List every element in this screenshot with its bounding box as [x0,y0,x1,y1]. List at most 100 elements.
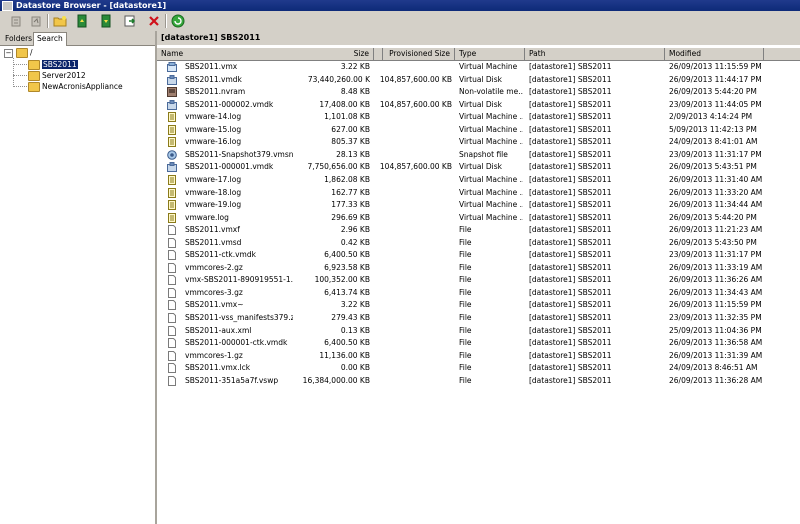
file-size: 279.43 KB [331,313,370,322]
window-title-bar: Datastore Browser - [datastore1] [0,0,800,11]
vm-config-icon [167,62,177,72]
refresh-icon[interactable] [28,13,44,29]
file-modified: 26/09/2013 11:33:19 AM [669,262,763,272]
file-icon [167,375,177,386]
file-size: 6,400.50 KB [324,338,370,348]
file-row[interactable]: vmmcores-3.gz 6,413.74 KB File [datastore1]… [157,287,800,300]
file-row[interactable]: SBS2011.vmx~ 3.22 KB File [datastore1] SBS2… [157,299,800,312]
column-header-path[interactable]: Path [525,48,665,60]
column-header-provisioned-size[interactable]: Provisioned Size [374,48,455,60]
log-icon [167,200,177,211]
file-modified: 26/09/2013 11:36:28 AM [669,375,763,385]
file-icon [167,338,177,349]
file-icon [167,300,177,311]
file-row[interactable]: vmware-17.log 1,862.08 KB Virtual Machine … [157,174,800,187]
file-size: 6,923.58 KB [324,262,370,272]
file-size: 6,400.50 KB [324,250,370,260]
tab-search[interactable]: Search [33,32,67,46]
file-row[interactable]: SBS2011-000001.vmdk 7,750,656.00 KB 104,85… [157,161,800,174]
register-vm-icon[interactable] [170,13,186,29]
file-name: vmware-18.log [185,187,242,197]
tree-collapse-toggle[interactable]: − [4,49,13,58]
file-name: SBS2011.vmx.lck [185,363,251,373]
file-modified: 23/09/2013 11:31:17 PM [669,149,762,159]
file-size: 1,101.08 KB [324,112,370,122]
file-modified: 26/09/2013 5:44:20 PM [669,87,757,97]
virtual-disk-icon [167,99,177,110]
file-path: [datastore1] SBS2011 [529,300,612,310]
column-header-modified[interactable]: Modified [665,48,764,60]
file-row[interactable]: SBS2011.nvram 8.48 KB Non-volatile me... [d… [157,86,800,99]
toolbar-separator [47,14,49,28]
file-path: [datastore1] SBS2011 [529,137,612,147]
file-type: File [459,350,472,360]
file-row[interactable]: vmware-14.log 1,101.08 KB Virtual Machine … [157,111,800,124]
file-row[interactable]: SBS2011.vmx.lck 0.00 KB File [datastore1] S… [157,362,800,375]
file-list-panel: [datastore1] SBS2011 Name Size Provision… [157,31,800,524]
file-modified: 25/09/2013 11:04:36 PM [669,325,762,335]
file-row[interactable]: SBS2011.vmdk 73,440,260.00 K 104,857,600.0… [157,74,800,87]
file-provisioned-size: 104,857,600.00 KB [379,74,452,84]
file-row[interactable]: vmware-15.log 627.00 KB Virtual Machine ..… [157,124,800,137]
tree-node-root[interactable]: / [16,47,33,58]
file-row[interactable]: vmware-16.log 805.37 KB Virtual Machine ..… [157,136,800,149]
new-folder-icon[interactable] [52,13,68,29]
file-type: File [459,300,472,310]
file-row[interactable]: SBS2011.vmxf 2.96 KB File [datastore1] SBS2… [157,224,800,237]
file-modified: 23/09/2013 11:32:35 PM [669,313,762,322]
nvram-icon [167,87,177,98]
tree-node-label: SBS2011 [42,60,78,69]
file-icon [167,250,177,261]
file-row[interactable]: vmx-SBS2011-890919551-1.v... 100,352.00 K… [157,274,800,287]
file-row[interactable]: SBS2011.vmx 3.22 KB Virtual Machine [datast… [157,61,800,74]
file-row[interactable]: vmmcores-1.gz 11,136.00 KB File [datastore1… [157,350,800,363]
file-row[interactable]: vmware.log 296.69 KB Virtual Machine ... [d… [157,212,800,225]
tree-node-sbs2011[interactable]: SBS2011 [28,59,78,70]
file-type: File [459,313,472,322]
file-row[interactable]: SBS2011-351a5a7f.vswp 16,384,000.00 KB Fil… [157,375,800,388]
download-icon[interactable] [98,13,114,29]
tree-node-server2012[interactable]: Server2012 [28,70,86,81]
folder-panel-tabs: Folders Search [0,31,155,46]
file-icon [167,225,177,236]
tree-node-newacronisappliance[interactable]: NewAcronisAppliance [28,81,123,92]
file-row[interactable]: vmmcores-2.gz 6,923.58 KB File [datastore1]… [157,262,800,275]
file-modified: 24/09/2013 8:41:01 AM [669,137,758,147]
column-header-size[interactable]: Size [295,48,374,60]
file-name: SBS2011-351a5a7f.vswp [185,375,279,385]
file-row[interactable]: SBS2011-ctk.vmdk 6,400.50 KB File [datastor… [157,249,800,262]
file-size: 627.00 KB [331,124,370,134]
upload-icon[interactable] [74,13,90,29]
file-icon [167,313,177,323]
tab-folders[interactable]: Folders [2,33,35,45]
file-row[interactable]: SBS2011-000001-ctk.vmdk 6,400.50 KB File [d… [157,337,800,350]
log-icon [167,174,177,185]
file-modified: 2/09/2013 4:14:24 PM [669,112,753,122]
file-size: 17,408.00 KB [319,99,370,109]
file-row[interactable]: SBS2011-000002.vmdk 17,408.00 KB 104,857,6… [157,99,800,112]
column-header-type[interactable]: Type [455,48,525,60]
file-path: [datastore1] SBS2011 [529,225,612,235]
file-row[interactable]: SBS2011-vss_manifests379.zip 279.43 KB Fil… [157,312,800,325]
file-modified: 26/09/2013 11:21:23 AM [669,225,763,235]
file-modified: 26/09/2013 11:31:39 AM [669,350,763,360]
file-size: 7,750,656.00 KB [307,162,370,172]
delete-icon[interactable] [146,13,162,29]
tree-line [13,64,27,65]
file-path: [datastore1] SBS2011 [529,212,612,222]
file-modified: 26/09/2013 11:36:26 AM [669,275,763,285]
file-modified: 26/09/2013 11:34:44 AM [669,200,763,210]
file-path: [datastore1] SBS2011 [529,338,612,348]
file-row[interactable]: SBS2011-aux.xml 0.13 KB File [datastore1] S… [157,325,800,338]
file-row[interactable]: vmware-19.log 177.33 KB Virtual Machine ..… [157,199,800,212]
file-size: 8.48 KB [340,87,370,97]
folder-up-icon[interactable] [8,13,24,29]
file-row[interactable]: vmware-18.log 162.77 KB Virtual Machine ..… [157,187,800,200]
file-type: File [459,250,472,260]
move-icon[interactable] [122,13,138,29]
tree-line [13,58,14,87]
file-row[interactable]: SBS2011-Snapshot379.vmsn 28.13 KB Snapshot… [157,149,800,162]
file-row[interactable]: SBS2011.vmsd 0.42 KB File [datastore1] SBS2… [157,237,800,250]
file-modified: 26/09/2013 5:43:50 PM [669,237,757,247]
file-path: [datastore1] SBS2011 [529,237,612,247]
